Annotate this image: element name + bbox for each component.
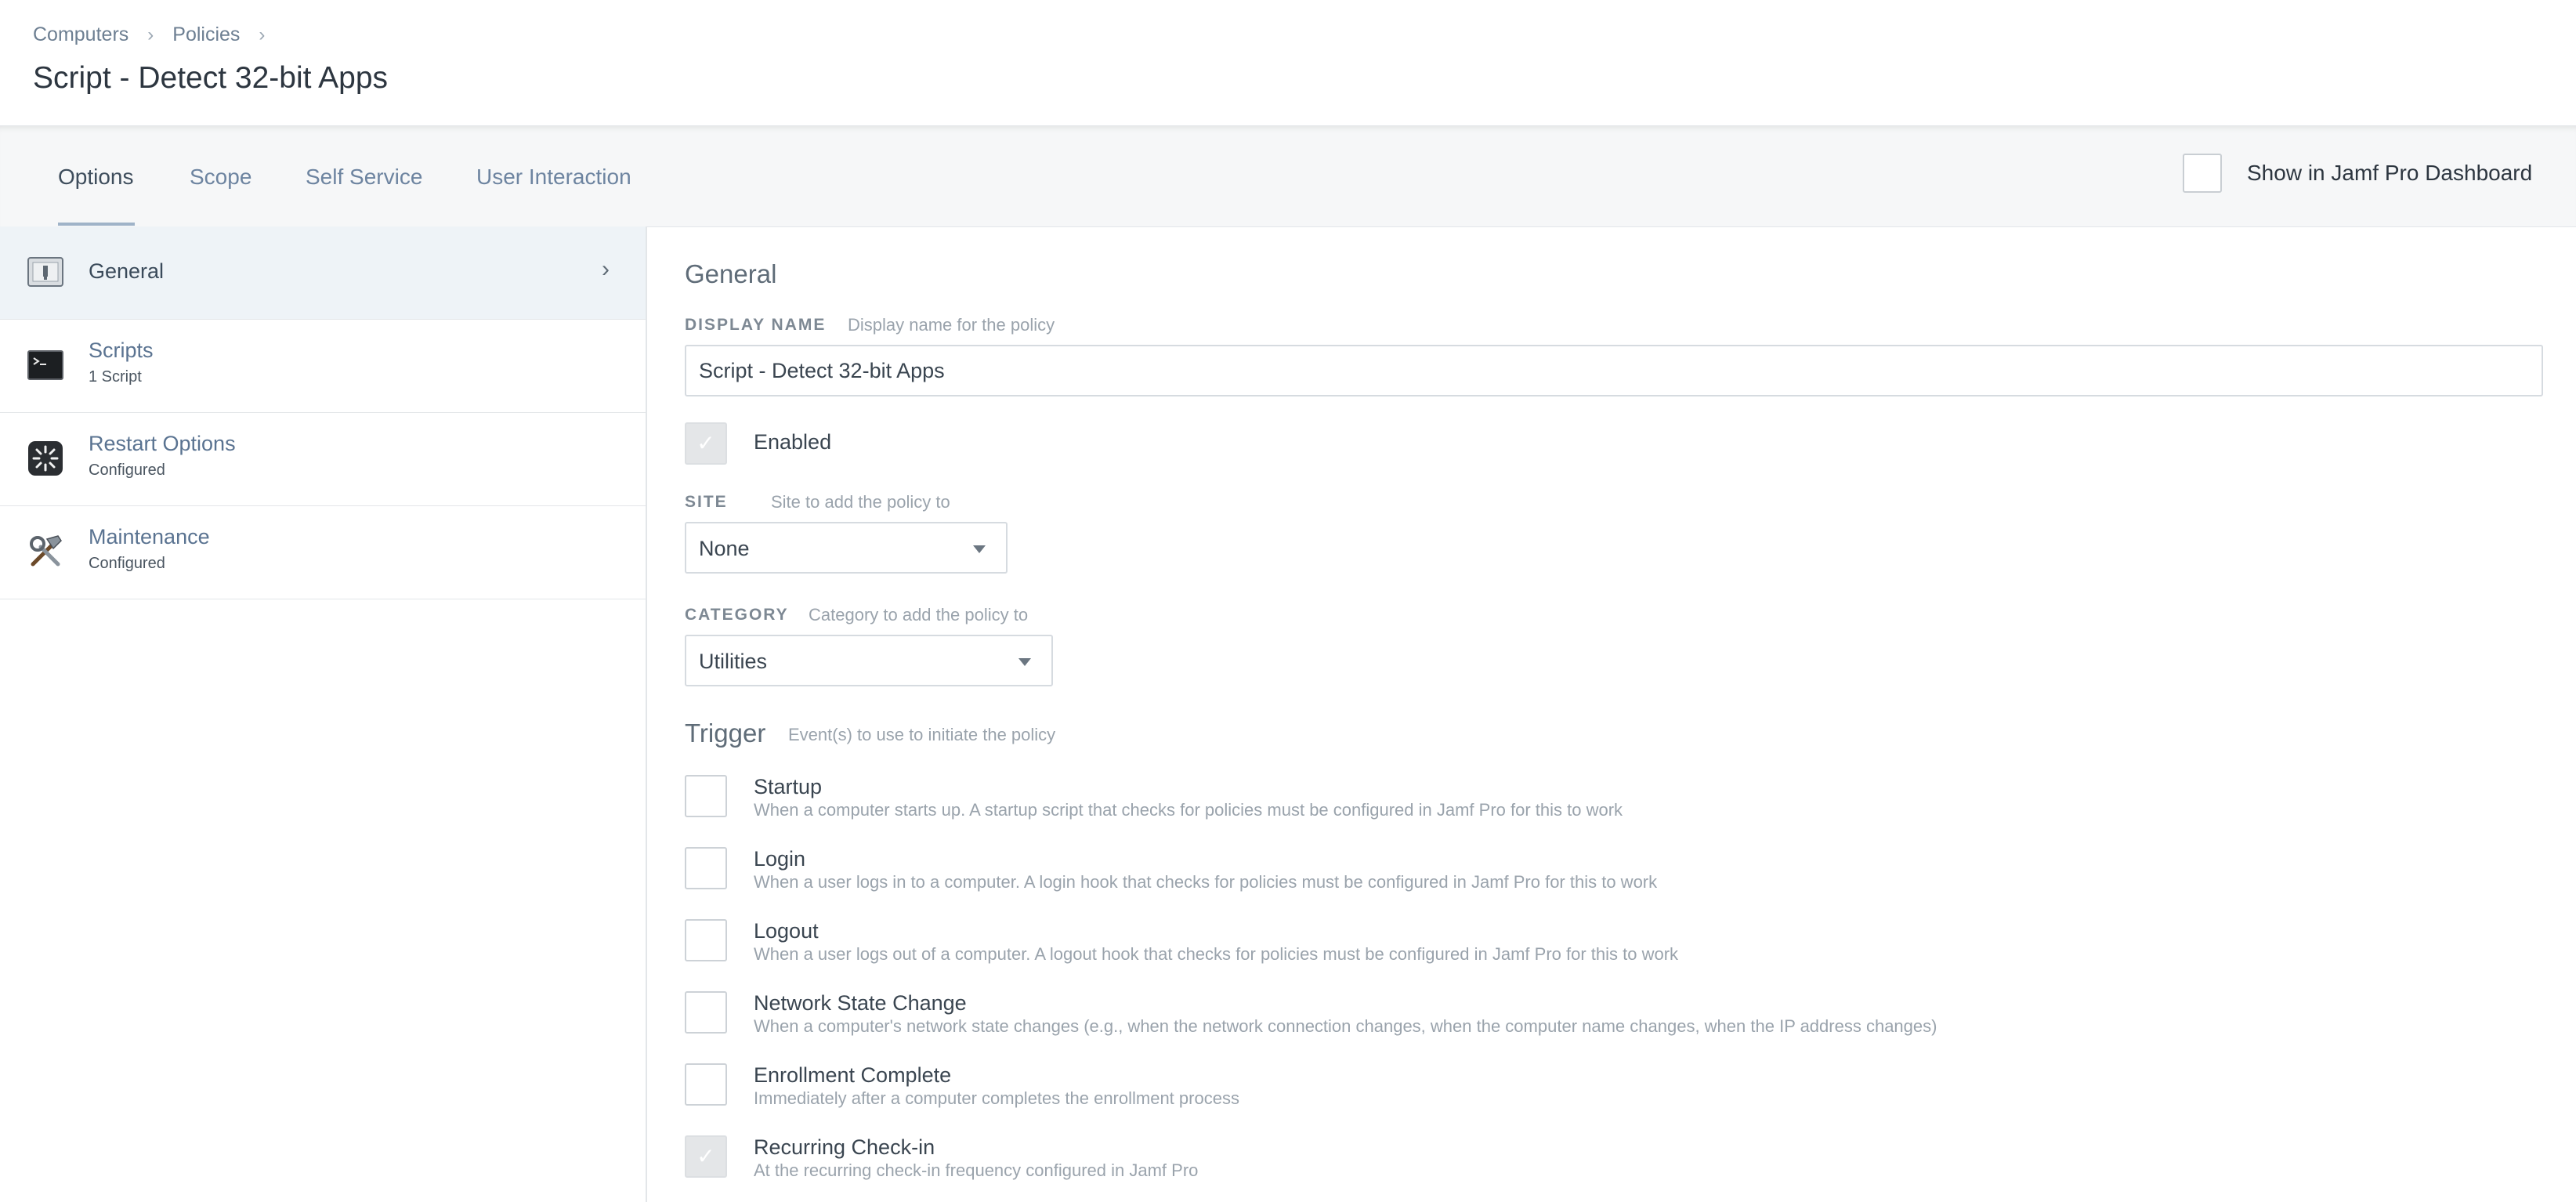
caret-down-icon [1018, 658, 1031, 666]
trigger-description: When a user logs in to a computer. A log… [754, 872, 1658, 892]
chevron-right-icon: › [259, 24, 266, 45]
trigger-title: Trigger [685, 719, 766, 748]
restart-icon [28, 441, 63, 476]
sidebar-item-subtitle: 1 Script [89, 368, 142, 386]
category-select-value: Utilities [699, 650, 768, 673]
enabled-label: Enabled [754, 430, 832, 454]
trigger-description: When a computer's network state changes … [754, 1016, 1937, 1036]
sidebar-item-subtitle: Configured [89, 462, 165, 479]
checkmark-icon: ✓ [696, 431, 715, 455]
tools-icon [30, 535, 62, 567]
trigger-label: Startup [754, 775, 823, 798]
sidebar-item-label: Maintenance [89, 525, 210, 549]
display-name-hint: Display name for the policy [848, 315, 1055, 335]
tab-self-service[interactable]: Self Service [306, 165, 422, 190]
page-header: Computers › Policies › Script - Detect 32-b… [0, 0, 2576, 125]
trigger-description: At the recurring check-in frequency conf… [754, 1160, 1199, 1180]
trigger-recurring-check-in-checkbox[interactable]: ✓ [685, 1135, 727, 1178]
enabled-checkbox[interactable]: ✓ [685, 422, 727, 465]
terminal-icon [27, 350, 63, 380]
trigger-label: Network State Change [754, 991, 967, 1015]
checkmark-icon: ✓ [696, 1144, 715, 1168]
chevron-right-icon: › [147, 24, 154, 45]
trigger-description: When a user logs out of a computer. A lo… [754, 944, 1679, 964]
breadcrumb-policies[interactable]: Policies [172, 24, 240, 45]
tab-options[interactable]: Options [58, 165, 134, 190]
trigger-label: Login [754, 847, 806, 871]
trigger-hint: Event(s) to use to initiate the policy [788, 725, 1056, 744]
breadcrumb: Computers › Policies › [33, 24, 284, 46]
chevron-right-icon: › [602, 256, 610, 282]
trigger-network-state-change-checkbox[interactable] [685, 991, 727, 1034]
tab-user-interaction[interactable]: User Interaction [476, 165, 631, 190]
trigger-description: When a computer starts up. A startup scr… [754, 800, 1623, 820]
sidebar: General › Scripts 1 Script Restart Optio… [0, 226, 647, 1202]
site-select[interactable]: None [685, 522, 1008, 574]
trigger-startup-checkbox[interactable] [685, 775, 727, 817]
tab-scope[interactable]: Scope [190, 165, 251, 190]
site-select-value: None [699, 537, 750, 560]
main-content: General DISPLAY NAME Display name for th… [647, 226, 2576, 1202]
general-icon [27, 257, 63, 287]
display-name-input[interactable] [685, 345, 2543, 396]
category-hint: Category to add the policy to [809, 605, 1029, 625]
sidebar-item-restart-options[interactable]: Restart Options Configured [0, 413, 646, 506]
section-title: General [685, 259, 777, 288]
active-tab-indicator [58, 223, 135, 226]
sidebar-item-general[interactable]: General › [0, 226, 646, 320]
site-label: SITE [685, 493, 728, 511]
display-name-label: DISPLAY NAME [685, 316, 827, 334]
sidebar-item-label: Scripts [89, 339, 154, 362]
sidebar-item-label: General [89, 259, 165, 283]
dashboard-label: Show in Jamf Pro Dashboard [2247, 161, 2533, 185]
trigger-login-checkbox[interactable] [685, 847, 727, 889]
trigger-label: Logout [754, 919, 819, 943]
trigger-label: Enrollment Complete [754, 1063, 952, 1087]
sidebar-item-scripts[interactable]: Scripts 1 Script [0, 320, 646, 413]
site-hint: Site to add the policy to [771, 492, 950, 512]
category-select[interactable]: Utilities [685, 635, 1053, 686]
sidebar-item-label: Restart Options [89, 432, 236, 455]
dashboard-checkbox[interactable] [2183, 154, 2222, 193]
trigger-enrollment-complete-checkbox[interactable] [685, 1063, 727, 1106]
trigger-logout-checkbox[interactable] [685, 919, 727, 961]
breadcrumb-computers[interactable]: Computers [33, 24, 128, 45]
category-label: CATEGORY [685, 606, 789, 624]
trigger-label: Recurring Check-in [754, 1135, 935, 1159]
sidebar-item-subtitle: Configured [89, 555, 165, 572]
trigger-description: Immediately after a computer completes t… [754, 1088, 1239, 1108]
caret-down-icon [973, 545, 986, 553]
page-title: Script - Detect 32-bit Apps [33, 61, 389, 95]
sidebar-item-maintenance[interactable]: Maintenance Configured [0, 506, 646, 599]
